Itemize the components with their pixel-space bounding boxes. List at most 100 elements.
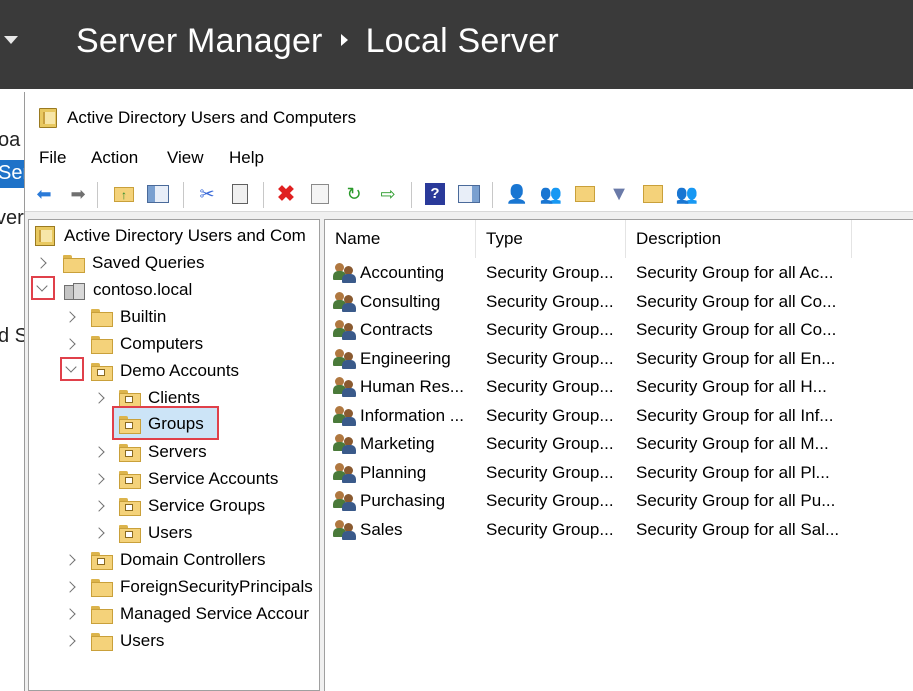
tree-item-demo-users[interactable]: Users [119, 519, 192, 546]
new-ou-icon[interactable] [573, 182, 597, 206]
breadcrumb-root[interactable]: Server Manager [76, 22, 323, 60]
forward-icon[interactable]: ➡ [66, 182, 90, 206]
tree-item-service-groups[interactable]: Service Groups [119, 492, 265, 519]
table-row[interactable]: Engineering Security Group... Security Gro… [325, 345, 913, 373]
tree-item-label: Service Accounts [148, 468, 279, 488]
action-pane-icon[interactable] [457, 182, 481, 206]
tree-item-servers[interactable]: Servers [119, 438, 207, 465]
column-header-name[interactable]: Name [325, 220, 476, 258]
menu-file[interactable]: File [39, 148, 66, 168]
breadcrumb-current: Local Server [365, 22, 559, 60]
tree-item-demo-accounts[interactable]: Demo Accounts [91, 357, 239, 384]
cell-type: Security Group... [486, 377, 614, 396]
refresh-icon[interactable]: ↻ [342, 182, 366, 206]
cut-icon[interactable]: ✂ [195, 182, 219, 206]
column-header-description[interactable]: Description [626, 220, 852, 258]
delete-icon[interactable]: ✖ [274, 182, 298, 206]
sidebar-item-fragment[interactable]: ver [0, 207, 24, 230]
tree-item-domain-controllers[interactable]: Domain Controllers [91, 546, 266, 573]
toolbar-divider [492, 182, 493, 208]
cell-description: Security Group for all Sal... [636, 519, 840, 539]
sidebar-item-fragment[interactable]: d S [0, 325, 24, 348]
new-group-icon[interactable]: 👥 [539, 182, 563, 206]
tree-item-users[interactable]: Users [91, 627, 164, 654]
properties-icon[interactable] [308, 182, 332, 206]
tree-item-label: Saved Queries [92, 252, 205, 272]
filter-icon[interactable]: ▼ [607, 182, 631, 206]
cell-name: Purchasing [360, 491, 446, 510]
expand-chevron-icon[interactable] [64, 608, 76, 620]
cell-type: Security Group... [486, 263, 614, 282]
folder-icon [91, 308, 113, 327]
copy-icon[interactable] [228, 182, 252, 206]
cell-name: Consulting [360, 291, 441, 311]
tree-item-label: Computers [120, 333, 204, 353]
table-row[interactable]: Accounting Security Group... Security Grou… [325, 259, 913, 287]
window-titlebar: Active Directory Users and Computers [25, 92, 913, 140]
menu-view[interactable]: View [167, 148, 204, 168]
table-row[interactable]: Information ... Security Group... Security… [325, 402, 913, 430]
tree-item-label: Domain Controllers [120, 549, 266, 569]
expand-chevron-icon[interactable] [64, 581, 76, 593]
sidebar-item-selected[interactable]: Ser [0, 160, 24, 188]
expand-chevron-icon[interactable] [93, 473, 105, 485]
menu-help[interactable]: Help [229, 148, 264, 168]
tree-item-label: ForeignSecurityPrincipals [120, 576, 313, 596]
show-hide-console-tree-icon[interactable] [146, 182, 170, 206]
add-to-group-icon[interactable]: 👥 [675, 182, 699, 206]
up-folder-icon[interactable]: ↑ [112, 182, 136, 206]
expand-chevron-icon[interactable] [64, 311, 76, 323]
toolbar-divider [263, 182, 264, 208]
cell-name: Sales [360, 519, 403, 539]
cell-name: Accounting [360, 263, 445, 282]
tree-item-label: Users [120, 630, 165, 650]
tree-item-managed-service-accounts[interactable]: Managed Service Accour [91, 600, 309, 627]
find-icon[interactable] [641, 182, 665, 206]
sidebar-item-fragment[interactable]: oa [0, 129, 20, 152]
cell-name: Marketing [360, 434, 435, 453]
column-header-type[interactable]: Type [476, 220, 626, 258]
table-row[interactable]: Contracts Security Group... Security Group… [325, 316, 913, 344]
tree-item-label: Demo Accounts [120, 360, 240, 380]
results-list: Name Type Description Accounting Security… [324, 219, 913, 691]
ou-folder-icon [119, 443, 141, 462]
table-row[interactable]: Planning Security Group... Security Group … [325, 459, 913, 487]
expand-chevron-icon[interactable] [64, 554, 76, 566]
table-row[interactable]: Sales Security Group... Security Group for… [325, 516, 913, 544]
expand-chevron-icon[interactable] [64, 635, 76, 647]
console-tree: Active Directory Users and Com Saved Que… [28, 219, 320, 691]
export-list-icon[interactable]: ⇨ [376, 182, 400, 206]
expand-chevron-icon[interactable] [93, 527, 105, 539]
table-row[interactable]: Consulting Security Group... Security Grou… [325, 288, 913, 316]
table-row[interactable]: Marketing Security Group... Security Group… [325, 430, 913, 458]
tree-root[interactable]: Active Directory Users and Com [35, 222, 306, 249]
security-group-icon [333, 405, 357, 426]
help-icon[interactable]: ? [423, 182, 447, 206]
ou-folder-icon [91, 551, 113, 570]
tree-item-service-accounts[interactable]: Service Accounts [119, 465, 278, 492]
back-icon[interactable]: ⬅ [32, 182, 56, 206]
menu-action[interactable]: Action [91, 148, 138, 168]
expand-chevron-icon[interactable] [64, 338, 76, 350]
security-group-icon [333, 320, 357, 340]
tree-item-foreign-security-principals[interactable]: ForeignSecurityPrincipals [91, 573, 313, 600]
new-user-icon[interactable]: 👤 [505, 182, 529, 206]
column-header-label: Type [486, 229, 523, 248]
cell-description: Security Group for all En... [636, 348, 836, 368]
tree-item-saved-queries[interactable]: Saved Queries [63, 249, 204, 276]
table-row[interactable]: Purchasing Security Group... Security Grou… [325, 487, 913, 515]
tree-item-groups[interactable]: Groups [119, 410, 204, 437]
dropdown-arrow-icon[interactable] [4, 36, 18, 44]
tree-item-builtin[interactable]: Builtin [91, 303, 166, 330]
tree-item-computers[interactable]: Computers [91, 330, 203, 357]
cell-type: Security Group... [486, 320, 614, 339]
cell-description: Security Group for all Ac... [636, 263, 834, 282]
expand-chevron-icon[interactable] [93, 446, 105, 458]
cell-name: Information ... [360, 405, 464, 425]
expand-chevron-icon[interactable] [93, 392, 105, 404]
cell-type: Security Group... [486, 348, 614, 368]
tree-item-contoso-local[interactable]: contoso.local [63, 276, 192, 303]
expand-chevron-icon[interactable] [35, 257, 47, 269]
expand-chevron-icon[interactable] [93, 500, 105, 512]
table-row[interactable]: Human Res... Security Group... Security Gr… [325, 373, 913, 401]
